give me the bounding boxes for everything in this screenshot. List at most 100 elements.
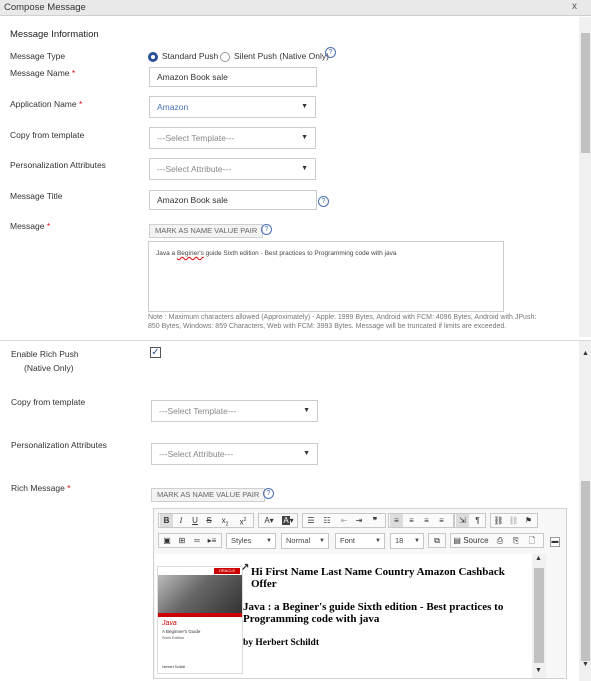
document-icon[interactable]: 🗋 — [525, 534, 539, 547]
font-dropdown[interactable]: Font ▼ — [335, 533, 385, 549]
scrollbar[interactable] — [579, 17, 591, 337]
mark-name-value-button[interactable]: MARK AS NAME VALUE PAIR — [151, 488, 266, 502]
message-name-input[interactable]: Amazon Book sale — [149, 67, 317, 87]
copy-template-select[interactable]: ---Select Template--- ▼ — [151, 400, 318, 422]
horizontal-line-icon[interactable]: ═ — [190, 534, 204, 547]
help-icon[interactable]: ? — [325, 47, 336, 58]
help-icon[interactable]: ? — [261, 224, 272, 235]
chevron-down-icon: ▼ — [303, 450, 310, 457]
indent-icon[interactable]: ⇥ — [353, 514, 365, 527]
format-dropdown[interactable]: Normal ▼ — [281, 533, 329, 549]
insert-group: ▣ ⊞ ═ ▸≡ — [158, 533, 222, 548]
application-name-select[interactable]: Amazon ▼ — [149, 96, 316, 118]
superscript-button[interactable]: x2 — [235, 514, 251, 529]
book-cover-author: Herbert Schildt — [162, 665, 186, 669]
font-size-dropdown[interactable]: 18 ▼ — [390, 533, 424, 549]
copy-template-select[interactable]: ---Select Template--- ▼ — [149, 127, 316, 149]
align-center-icon[interactable]: ≡ — [405, 514, 418, 527]
subscript-button[interactable]: x2 — [217, 514, 233, 532]
mark-name-value-button[interactable]: MARK AS NAME VALUE PAIR — [149, 224, 264, 238]
chevron-down-icon: ▼ — [301, 134, 308, 141]
chevron-down-icon: ▼ — [414, 538, 420, 544]
rtl-icon[interactable]: ¶ — [471, 514, 484, 527]
background-color-button[interactable]: A▾ — [279, 514, 297, 527]
link-icon[interactable]: ⛓ — [492, 514, 505, 527]
source-button[interactable]: ▤ Source — [452, 534, 490, 547]
personalization-select[interactable]: ---Select Attribute--- ▼ — [149, 158, 316, 180]
scroll-down-icon[interactable]: ▼ — [582, 661, 589, 668]
editor-scrollbar-thumb[interactable] — [534, 568, 544, 663]
book-cover-image: ORACLE Java A Beginner's Guide Sixth Edi… — [157, 566, 243, 674]
scroll-down-icon[interactable]: ▼ — [535, 667, 542, 674]
enable-rich-push-checkbox[interactable]: ✓ — [150, 347, 161, 358]
strikethrough-button[interactable]: S — [203, 514, 215, 527]
anchor-flag-icon[interactable]: ⚑ — [522, 514, 535, 527]
blockquote-icon[interactable]: ❞ — [368, 514, 382, 527]
table-icon[interactable]: ⊞ — [175, 534, 189, 547]
copy-template-value: ---Select Template--- — [159, 406, 237, 416]
text-color-button[interactable]: A▾ — [260, 514, 278, 527]
oracle-badge: ORACLE — [214, 568, 240, 574]
message-title-input[interactable]: Amazon Book sale — [149, 190, 317, 210]
justify-icon[interactable]: ≡ — [435, 514, 448, 527]
color-group: A▾ A▾ — [258, 513, 298, 528]
scrollbar-thumb[interactable] — [581, 33, 590, 153]
scrollbar[interactable]: ▲ ▼ — [579, 341, 591, 681]
book-cover-photo — [158, 575, 242, 613]
basic-styles-group: B I U S x2 x2 — [158, 513, 254, 528]
ltr-icon[interactable]: ⇲ — [456, 514, 469, 527]
italic-button[interactable]: I — [175, 514, 187, 527]
maximize-icon[interactable]: ⧉ — [430, 534, 444, 547]
chevron-down-icon: ▼ — [303, 407, 310, 414]
standard-push-radio[interactable] — [148, 52, 158, 62]
bold-button[interactable]: B — [160, 514, 173, 527]
chevron-down-icon: ▼ — [375, 538, 381, 544]
rich-content-line2: Java : a Beginer's guide Sixth edition -… — [243, 601, 504, 625]
silent-push-radio[interactable] — [220, 52, 230, 62]
rich-push-panel: Enable Rich Push (Native Only) ✓ Copy fr… — [0, 340, 591, 681]
align-group: ≡ ≡ ≡ ≡ — [388, 513, 454, 528]
personalization-value: ---Select Attribute--- — [159, 449, 234, 459]
close-icon[interactable]: x — [572, 1, 577, 12]
preview-icon[interactable]: ⎙ — [493, 534, 507, 547]
align-right-icon[interactable]: ≡ — [420, 514, 433, 527]
collapse-toolbar-icon[interactable]: ▬ — [550, 537, 560, 547]
direction-group: ⇲ ¶ — [454, 513, 486, 528]
format-value: Normal — [286, 536, 311, 545]
font-value: Font — [340, 536, 356, 545]
rich-message-label: Rich Message * — [11, 483, 71, 493]
rich-text-editor: B I U S x2 x2 A▾ A▾ ☰ ☷ ⇤ ⇥ ❞ ≡ ≡ ≡ ≡ ⇲ … — [153, 508, 567, 679]
book-cover-title: Java — [162, 620, 177, 627]
personalization-label: Personalization Attributes — [11, 440, 107, 450]
enable-rich-push-label: Enable Rich Push — [11, 349, 79, 359]
styles-dropdown[interactable]: Styles ▼ — [226, 533, 276, 549]
silent-push-label: Silent Push (Native Only) — [234, 51, 329, 61]
list-group: ☰ ☷ ⇤ ⇥ ❞ — [302, 513, 386, 528]
numbered-list-icon[interactable]: ☰ — [304, 514, 318, 527]
image-icon[interactable]: ▣ — [160, 534, 174, 547]
editor-content[interactable]: ORACLE Java A Beginner's Guide Sixth Edi… — [155, 554, 546, 678]
special-char-icon[interactable]: ▸≡ — [205, 534, 219, 547]
chevron-down-icon: ▼ — [301, 165, 308, 172]
help-icon[interactable]: ? — [318, 196, 329, 207]
dialog-title: Compose Message — [4, 2, 86, 13]
template-icon[interactable]: ⎘ — [509, 534, 523, 547]
rich-content-line1: Hi First Name Last Name Country Amazon C… — [251, 566, 505, 590]
unlink-icon[interactable]: ⛓ — [507, 514, 520, 527]
underline-button[interactable]: U — [189, 514, 201, 527]
message-text-misspelled: Beginer's — [176, 250, 204, 257]
align-left-icon[interactable]: ≡ — [390, 514, 403, 527]
scroll-up-icon[interactable]: ▲ — [582, 350, 589, 357]
native-only-label: (Native Only) — [24, 363, 74, 373]
personalization-select[interactable]: ---Select Attribute--- ▼ — [151, 443, 318, 465]
outdent-icon[interactable]: ⇤ — [338, 514, 350, 527]
scrollbar-thumb[interactable] — [581, 481, 590, 661]
message-textarea[interactable]: Java a Beginer's guide Sixth edition - B… — [148, 241, 504, 312]
help-icon[interactable]: ? — [263, 488, 274, 499]
editor-scrollbar[interactable]: ▲ ▼ — [532, 554, 546, 678]
scroll-up-icon[interactable]: ▲ — [535, 555, 542, 562]
book-cover-edition: Sixth Edition — [162, 635, 185, 640]
message-type-label: Message Type — [10, 51, 66, 61]
maximize-group: ⧉ — [428, 533, 446, 548]
bulleted-list-icon[interactable]: ☷ — [320, 514, 334, 527]
